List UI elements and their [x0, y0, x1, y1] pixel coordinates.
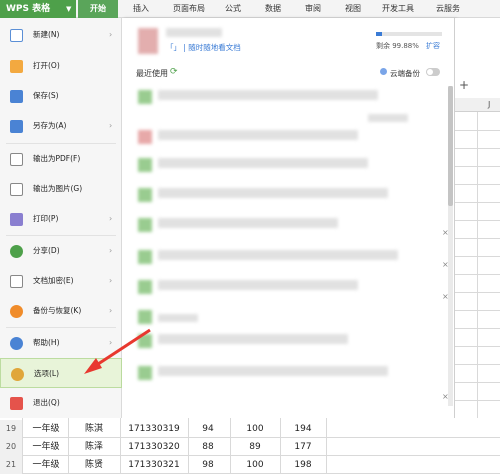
arrow-shaft: [91, 328, 151, 370]
arrow-head: [84, 358, 102, 374]
annotation-arrow: [84, 328, 151, 374]
